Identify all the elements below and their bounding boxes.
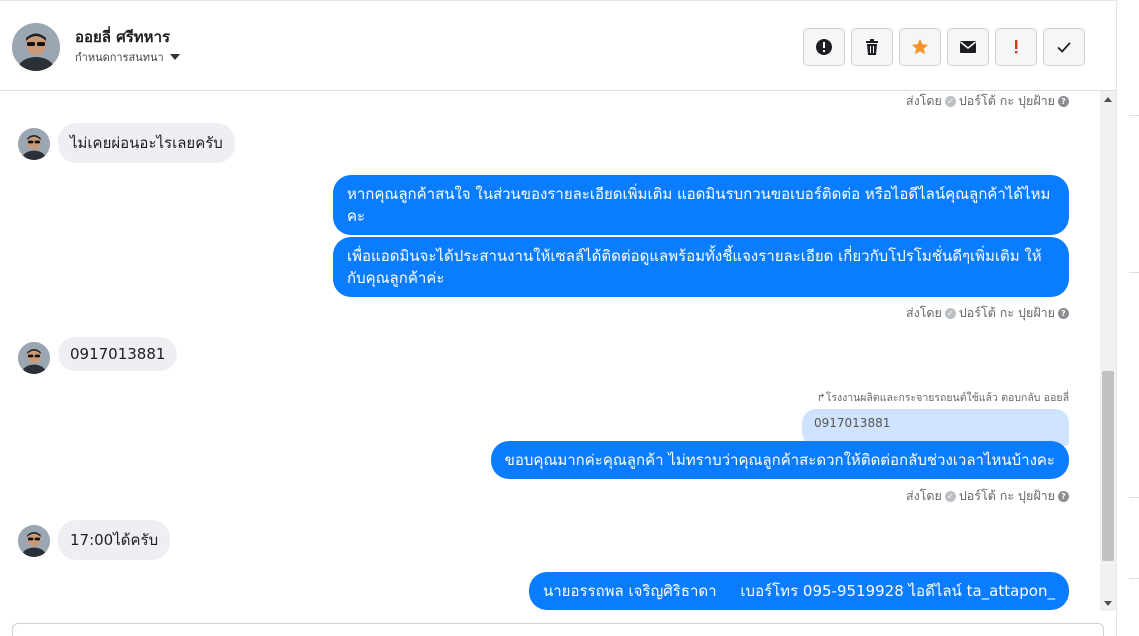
sent-by-author: ปอร์โต้ กะ ปุยฝ้าย <box>958 305 1055 320</box>
divider <box>1129 272 1139 273</box>
divider <box>1129 497 1139 498</box>
delete-button[interactable] <box>851 28 893 66</box>
verified-icon: ✓ <box>944 490 956 502</box>
contact-avatar-small <box>18 128 50 160</box>
reply-note-text: โรงงานผลิตและกระจายรถยนต์ใช้แล้ว ตอบกลับ… <box>825 392 1069 404</box>
outgoing-message[interactable]: ขอบคุณมากค่ะคุณลูกค้า ไม่ทราบว่าคุณลูกค้… <box>490 441 1069 479</box>
outgoing-message[interactable]: นายอรรถพล เจริญศิริธาดา เบอร์โทร 095-951… <box>528 572 1069 610</box>
star-icon <box>912 39 928 55</box>
scroll-up-button[interactable] <box>1100 91 1116 107</box>
contact-name: ออยลี่ ศรีทหาร <box>75 28 171 46</box>
arrow-down-icon <box>1104 600 1112 606</box>
mark-done-button[interactable] <box>1043 28 1085 66</box>
assign-conversation-dropdown[interactable]: กำหนดการสนทนา <box>75 48 180 66</box>
incoming-message[interactable]: 17:00ได้ครับ <box>58 520 171 560</box>
sent-by-author: ปอร์โต้ กะ ปุยฝ้าย <box>958 93 1055 108</box>
message-scrollbar[interactable] <box>1100 91 1116 611</box>
reply-icon: ↱ <box>816 392 826 404</box>
check-icon <box>1057 42 1071 53</box>
incoming-message[interactable]: ไม่เคยผ่อนอะไรเลยครับ <box>58 123 235 163</box>
message-list: ส่งโดย ✓ ปอร์โต้ กะ ปุยฝ้าย ? ไม่เคยผ่อน… <box>0 91 1100 611</box>
sent-by-label: ส่งโดย <box>905 305 942 320</box>
outgoing-message[interactable]: เพื่อแอดมินจะได้ประสานงานให้เซลล์ได้ติดต… <box>333 237 1069 297</box>
mark-unread-button[interactable] <box>947 28 989 66</box>
help-icon[interactable]: ? <box>1058 490 1069 502</box>
contact-avatar[interactable] <box>12 23 60 71</box>
contact-avatar-small <box>18 525 50 557</box>
scroll-down-button[interactable] <box>1100 595 1116 611</box>
reply-note: ↱โรงงานผลิตและกระจายรถยนต์ใช้แล้ว ตอบกลั… <box>817 389 1069 406</box>
assign-label: กำหนดการสนทนา <box>75 51 164 64</box>
header-actions <box>803 28 1085 66</box>
help-icon[interactable]: ? <box>1058 95 1069 107</box>
exclamation-icon <box>1015 40 1018 54</box>
sent-by-label: ส่งโดย <box>905 93 942 108</box>
flag-important-button[interactable] <box>995 28 1037 66</box>
conversation-header: ออยลี่ ศรีทหาร กำหนดการสนทนา <box>0 0 1116 91</box>
contact-avatar-small <box>18 342 50 374</box>
outgoing-message[interactable]: หากคุณลูกค้าสนใจ ในส่วนของรายละเอียดเพิ่… <box>333 175 1069 235</box>
trash-icon <box>866 39 878 55</box>
report-icon <box>816 39 832 55</box>
envelope-icon <box>960 41 976 53</box>
arrow-up-icon <box>1104 96 1112 102</box>
incoming-message[interactable]: 0917013881 <box>58 337 178 371</box>
help-icon[interactable]: ? <box>1058 307 1069 319</box>
scroll-thumb[interactable] <box>1102 371 1114 561</box>
verified-icon: ✓ <box>944 307 956 319</box>
report-button[interactable] <box>803 28 845 66</box>
verified-icon: ✓ <box>944 95 956 107</box>
message-composer[interactable] <box>12 623 1104 636</box>
sent-by-meta: ส่งโดย ✓ ปอร์โต้ กะ ปุยฝ้าย ? <box>906 303 1069 323</box>
sent-by-label: ส่งโดย <box>905 488 942 503</box>
chat-window: ออยลี่ ศรีทหาร กำหนดการสนทนา ส่งโดย ✓ ปอ… <box>0 0 1139 636</box>
side-panel-edge <box>1116 0 1139 636</box>
caret-down-icon <box>169 54 180 60</box>
divider <box>1129 115 1139 116</box>
sent-by-meta: ส่งโดย ✓ ปอร์โต้ กะ ปุยฝ้าย ? <box>906 486 1069 506</box>
conversation-panel: ออยลี่ ศรีทหาร กำหนดการสนทนา ส่งโดย ✓ ปอ… <box>0 0 1116 636</box>
divider <box>1129 578 1139 579</box>
star-button[interactable] <box>899 28 941 66</box>
sent-by-author: ปอร์โต้ กะ ปุยฝ้าย <box>958 488 1055 503</box>
sent-by-meta: ส่งโดย ✓ ปอร์โต้ กะ ปุยฝ้าย ? <box>906 91 1069 111</box>
